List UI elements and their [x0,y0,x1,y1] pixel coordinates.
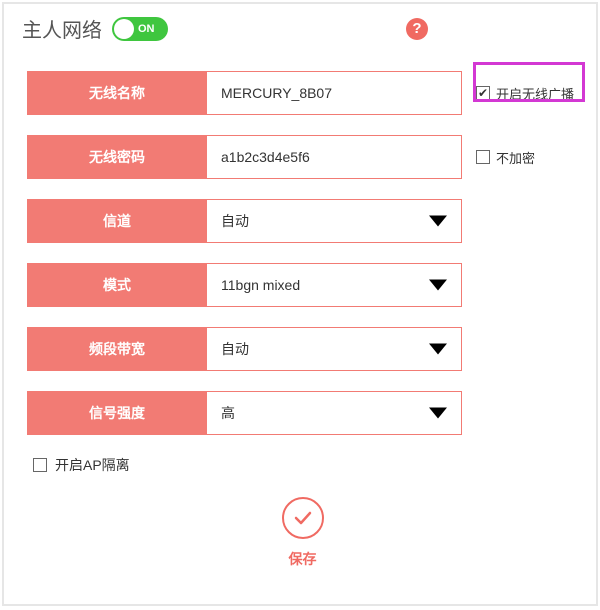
chevron-down-icon [429,280,447,291]
toggle-knob [114,19,134,39]
broadcast-label: 开启无线广播 [496,84,574,103]
toggle-label: ON [138,23,155,35]
ssid-label: 无线名称 [27,71,207,115]
checkbox-icon [33,458,47,472]
ap-isolation-label: 开启AP隔离 [55,455,130,475]
broadcast-checkbox[interactable]: ✔ 开启无线广播 [476,71,574,115]
mode-value: 11bgn mixed [221,277,300,293]
channel-value: 自动 [221,211,249,231]
page-title: 主人网络 [22,14,102,43]
help-icon[interactable]: ? [406,18,428,40]
password-input[interactable] [221,149,447,165]
password-input-wrap[interactable] [207,135,462,179]
signal-label: 信号强度 [27,391,207,435]
network-toggle[interactable]: ON [112,17,168,41]
bandwidth-value: 自动 [221,339,249,359]
ap-isolation-checkbox[interactable]: 开启AP隔离 [33,455,578,475]
channel-select[interactable]: 自动 [207,199,462,243]
channel-label: 信道 [27,199,207,243]
chevron-down-icon [429,216,447,227]
save-label: 保存 [289,549,317,569]
checkbox-icon [476,150,490,164]
ssid-input[interactable] [221,85,447,101]
chevron-down-icon [429,408,447,419]
signal-select[interactable]: 高 [207,391,462,435]
chevron-down-icon [429,344,447,355]
bandwidth-select[interactable]: 自动 [207,327,462,371]
check-circle-icon [282,497,324,539]
save-button[interactable]: 保存 [282,497,324,569]
signal-value: 高 [221,403,235,423]
password-label: 无线密码 [27,135,207,179]
no-encrypt-checkbox[interactable]: 不加密 [476,135,535,179]
no-encrypt-label: 不加密 [496,148,535,167]
mode-select[interactable]: 11bgn mixed [207,263,462,307]
ssid-input-wrap[interactable] [207,71,462,115]
checkbox-icon: ✔ [476,86,490,100]
bandwidth-label: 频段带宽 [27,327,207,371]
mode-label: 模式 [27,263,207,307]
